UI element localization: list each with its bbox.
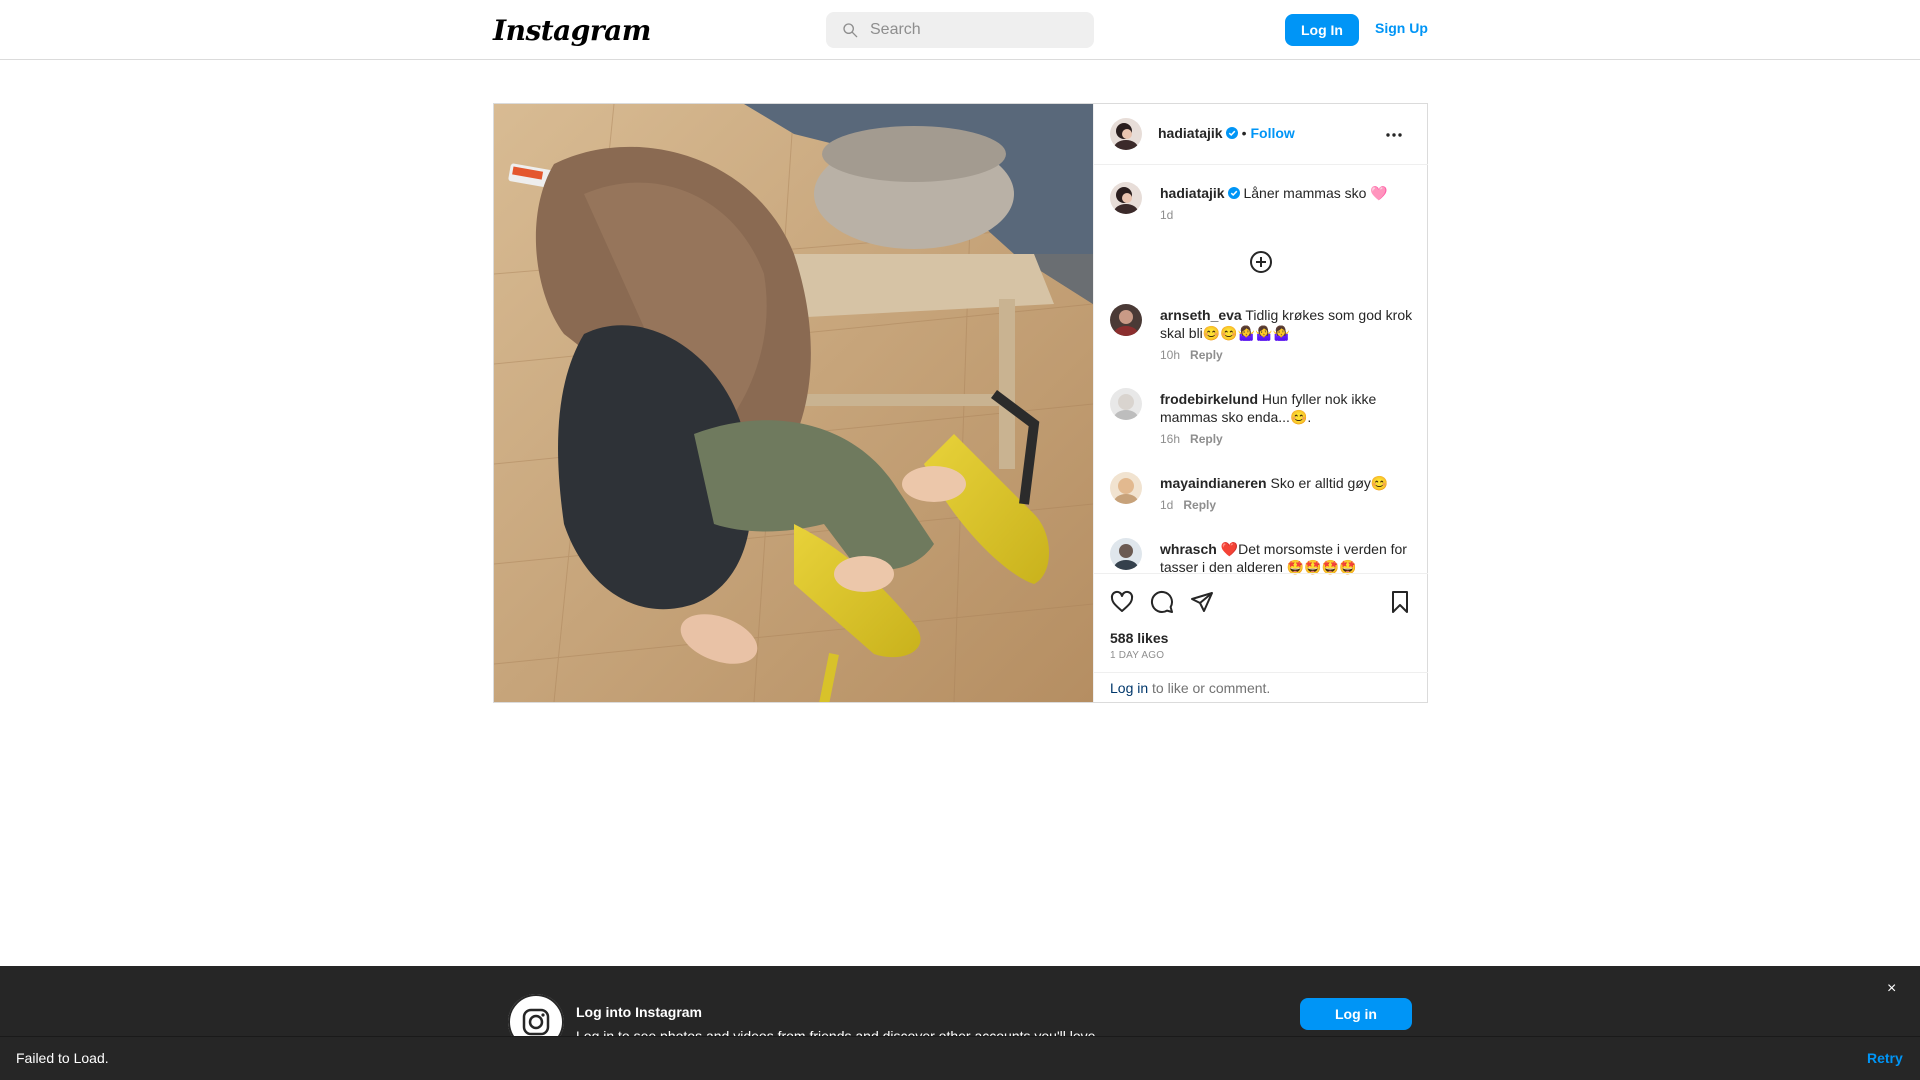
comment-time: 10h bbox=[1160, 348, 1181, 362]
commenter-avatar[interactable] bbox=[1110, 388, 1142, 420]
comment-meta: 1d Reply bbox=[1160, 498, 1216, 512]
comment-text: frodebirkelund Hun fyller nok ikke mamma… bbox=[1160, 390, 1420, 426]
commenter-avatar[interactable] bbox=[1110, 538, 1142, 570]
verified-badge-icon bbox=[1225, 127, 1238, 139]
error-toast: Failed to Load. Retry bbox=[0, 1036, 1920, 1080]
comment-bubble-icon[interactable] bbox=[1150, 590, 1174, 614]
banner-title: Log into Instagram bbox=[576, 1004, 702, 1020]
post-timestamp: 1 DAY AGO bbox=[1110, 650, 1165, 661]
save-bookmark-icon[interactable] bbox=[1388, 590, 1412, 614]
comment-text: mayaindianeren Sko er alltid gøy😊 bbox=[1160, 474, 1420, 492]
caption-row: hadiatajik Låner mammas sko 🩷 1d bbox=[1110, 182, 1420, 232]
comment-item: whrasch ❤️Det morsomste i verden for tas… bbox=[1110, 538, 1420, 576]
login-prompt-text: to like or comment. bbox=[1148, 680, 1271, 696]
author-avatar[interactable] bbox=[1110, 118, 1142, 150]
post-sidebar: hadiatajik • Follow hadiatajik Låner mamma… bbox=[1093, 104, 1428, 702]
banner-login-button[interactable]: Log in bbox=[1300, 998, 1412, 1030]
toast-divider bbox=[0, 1036, 1920, 1037]
caption-time: 1d bbox=[1160, 208, 1174, 222]
search-input[interactable] bbox=[870, 12, 1080, 48]
reply-button[interactable]: Reply bbox=[1190, 432, 1223, 446]
comment-username[interactable]: arnseth_eva bbox=[1160, 307, 1242, 323]
login-banner: Log into Instagram Log in to see photos … bbox=[0, 966, 1920, 1050]
comment-meta: 16h Reply bbox=[1160, 432, 1223, 446]
comment-body: Sko er alltid gøy😊 bbox=[1270, 475, 1389, 491]
comment-username[interactable]: frodebirkelund bbox=[1160, 391, 1258, 407]
commenter-avatar[interactable] bbox=[1110, 304, 1142, 336]
post-photo-illustration bbox=[494, 104, 1093, 702]
login-link[interactable]: Log in bbox=[1110, 680, 1148, 696]
comments-list[interactable]: hadiatajik Låner mammas sko 🩷 1d arnseth… bbox=[1094, 166, 1428, 576]
verified-badge-icon bbox=[1227, 187, 1240, 199]
comment-time: 1d bbox=[1160, 498, 1174, 512]
load-more-comments-icon[interactable] bbox=[1249, 250, 1273, 274]
comment-item: mayaindianeren Sko er alltid gøy😊 1d Repl… bbox=[1110, 472, 1420, 522]
share-send-icon[interactable] bbox=[1190, 590, 1214, 614]
likes-count[interactable]: 588 likes bbox=[1110, 630, 1168, 646]
search-icon bbox=[843, 23, 858, 38]
comment-username[interactable]: whrasch bbox=[1160, 541, 1217, 557]
close-icon[interactable]: × bbox=[1887, 980, 1896, 998]
login-prompt: Log in to like or comment. bbox=[1094, 672, 1428, 702]
more-options-icon[interactable] bbox=[1384, 125, 1404, 145]
comment-username[interactable]: mayaindianeren bbox=[1160, 475, 1267, 491]
comment-text: arnseth_eva Tidlig krøkes som god krok s… bbox=[1160, 306, 1420, 342]
caption-body: Låner mammas sko 🩷 bbox=[1243, 185, 1388, 201]
follow-button[interactable]: Follow bbox=[1251, 125, 1295, 141]
post-header: hadiatajik • Follow bbox=[1094, 104, 1428, 165]
comment-meta: 10h Reply bbox=[1160, 348, 1223, 362]
separator-dot: • bbox=[1241, 125, 1247, 141]
commenter-avatar[interactable] bbox=[1110, 472, 1142, 504]
author-username[interactable]: hadiatajik bbox=[1158, 125, 1223, 141]
post-photo[interactable] bbox=[494, 104, 1093, 702]
author-line: hadiatajik • Follow bbox=[1158, 125, 1295, 141]
comment-text: whrasch ❤️Det morsomste i verden for tas… bbox=[1160, 540, 1420, 576]
login-button[interactable]: Log In bbox=[1285, 14, 1359, 46]
signup-link[interactable]: Sign Up bbox=[1375, 20, 1428, 36]
search-box[interactable] bbox=[826, 12, 1094, 48]
reply-button[interactable]: Reply bbox=[1190, 348, 1223, 362]
post-card: hadiatajik • Follow hadiatajik Låner mamma… bbox=[493, 103, 1428, 703]
comment-item: arnseth_eva Tidlig krøkes som god krok s… bbox=[1110, 304, 1420, 374]
retry-button[interactable]: Retry bbox=[1867, 1050, 1903, 1066]
caption-username[interactable]: hadiatajik bbox=[1160, 185, 1225, 201]
post-actions: 588 likes 1 DAY AGO bbox=[1094, 573, 1428, 673]
top-navigation: Instagram Log In Sign Up bbox=[0, 0, 1920, 60]
caption-text: hadiatajik Låner mammas sko 🩷 bbox=[1160, 184, 1420, 202]
comment-item: frodebirkelund Hun fyller nok ikke mamma… bbox=[1110, 388, 1420, 458]
reply-button[interactable]: Reply bbox=[1183, 498, 1216, 512]
caption-avatar[interactable] bbox=[1110, 182, 1142, 214]
comment-time: 16h bbox=[1160, 432, 1181, 446]
toast-message: Failed to Load. bbox=[16, 1050, 109, 1066]
like-heart-icon[interactable] bbox=[1110, 590, 1134, 614]
instagram-logo[interactable]: Instagram bbox=[493, 14, 651, 47]
